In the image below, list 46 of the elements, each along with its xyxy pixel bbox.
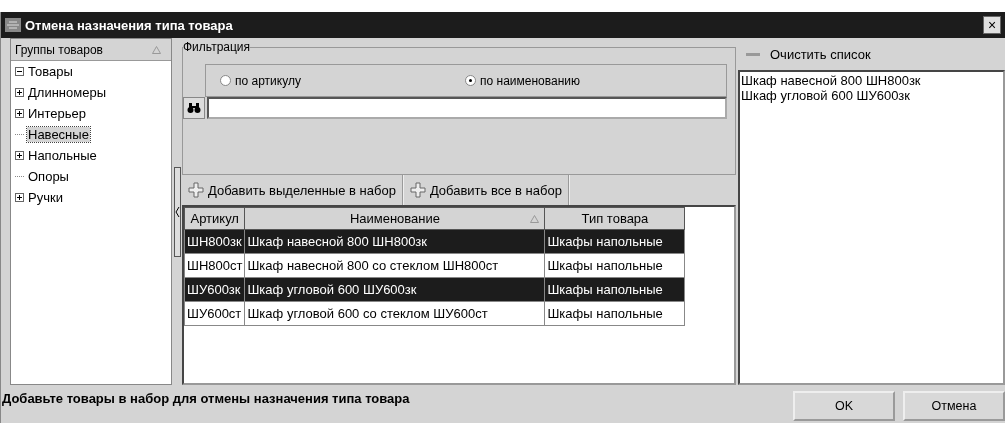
splitter-handle[interactable] (173, 166, 181, 257)
tree-item[interactable]: Интерьер (27, 106, 88, 121)
column-header[interactable]: Тип товара (544, 207, 685, 230)
radio-option[interactable]: по артикулу (220, 73, 465, 88)
search-button[interactable] (183, 97, 205, 119)
plus-icon (409, 182, 426, 198)
table-cell[interactable]: ШН800зк (184, 229, 245, 254)
column-header[interactable]: Артикул (184, 207, 245, 230)
plus-box-icon[interactable] (15, 193, 24, 202)
plus-box-icon[interactable] (15, 109, 24, 118)
list-item[interactable]: Шкаф угловой 600 ШУ600зк (741, 88, 1002, 103)
dialog-button[interactable]: Отмена (903, 391, 1005, 421)
table-cell[interactable]: Шкаф угловой 600 со стеклом ШУ600ст (244, 301, 545, 326)
tree-item[interactable]: Навесные (27, 127, 90, 142)
plus-icon (188, 182, 204, 198)
tree-item[interactable]: Ручки (27, 190, 64, 205)
column-header[interactable]: Группы товаров (11, 39, 171, 61)
tree-item[interactable]: Длинномеры (27, 85, 107, 100)
window-title: Отмена назначения типа товара (25, 17, 234, 33)
tree-item[interactable]: Товары (27, 64, 74, 79)
tree-item[interactable]: Опоры (27, 169, 70, 184)
table-cell[interactable]: Шкафы напольные (544, 253, 685, 278)
plus-box-icon[interactable] (15, 151, 24, 160)
app-icon (5, 18, 21, 32)
column-header[interactable]: Наименование (244, 207, 545, 230)
table-cell[interactable]: ШУ600ст (184, 301, 245, 326)
plus-box-icon[interactable] (15, 88, 24, 97)
table-cell[interactable]: ШН800ст (184, 253, 245, 278)
list-item[interactable]: Шкаф навесной 800 ШН800зк (741, 73, 1002, 88)
binoculars-icon (187, 102, 201, 114)
table-cell[interactable]: Шкаф угловой 600 ШУ600зк (244, 277, 545, 302)
table-cell[interactable]: Шкафы напольные (544, 301, 685, 326)
table-cell[interactable]: Шкаф навесной 800 со стеклом ШН800ст (244, 253, 545, 278)
search-field[interactable] (207, 97, 727, 119)
group-title: Фильтрация (183, 40, 251, 54)
radio-option[interactable]: по наименованию (465, 73, 710, 88)
close-button[interactable]: × (983, 16, 1001, 34)
tree-item[interactable]: Напольные (27, 148, 98, 163)
status-message: Добавьте товары в набор для отмены назначения типа товара (2, 390, 410, 408)
table-cell[interactable]: Шкаф навесной 800 ШН800зк (244, 229, 545, 254)
table-cell[interactable]: Шкафы напольные (544, 229, 685, 254)
table-cell[interactable]: Шкафы напольные (544, 277, 685, 302)
dialog-button[interactable]: OK (793, 391, 895, 421)
minus-box-icon[interactable] (15, 67, 24, 76)
header-label: Группы товаров (15, 42, 103, 57)
table-cell[interactable]: ШУ600зк (184, 277, 245, 302)
